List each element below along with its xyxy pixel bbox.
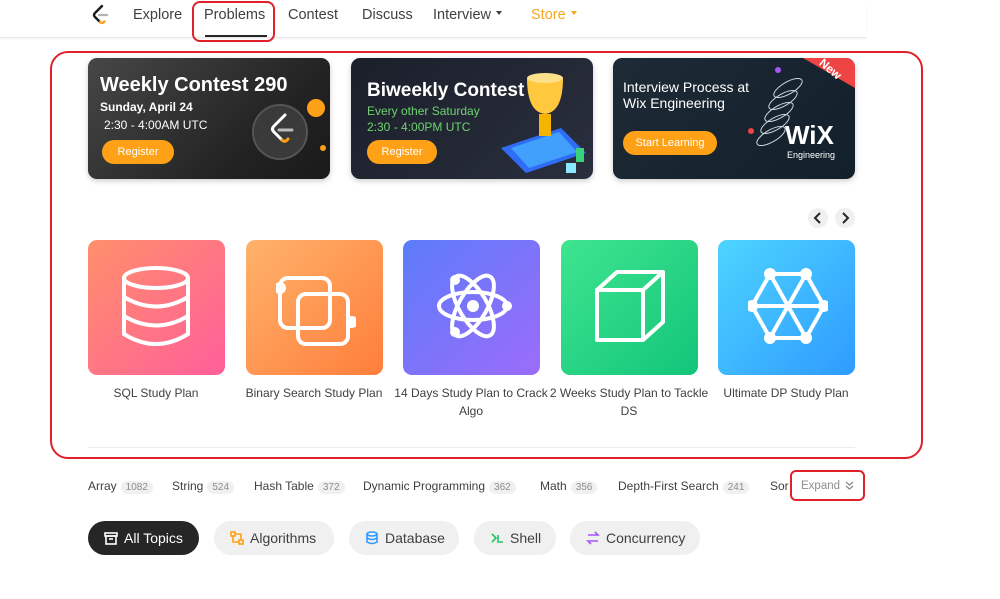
section-divider [88,447,855,448]
banner-weekly-contest[interactable]: Weekly Contest 290 Sunday, April 24 2:30… [88,58,330,179]
tag-name: Math [540,479,567,493]
banner-biweekly-contest[interactable]: Biweekly Contest Every other Saturday 2:… [351,58,593,179]
cube-icon [595,270,665,342]
annotation-problems-highlight [192,1,275,42]
study-plan-card-binary-search[interactable] [246,240,383,375]
topic-label: All Topics [124,530,183,546]
topic-label: Concurrency [606,530,686,546]
tag-name: Array [88,479,117,493]
tag-hash-table[interactable]: Hash Table 372 [254,479,345,494]
banner-date: Sunday, April 24 [100,100,193,114]
study-plan-card-tackle-ds[interactable] [561,240,698,375]
chevron-double-down-icon [845,481,854,491]
tag-math[interactable]: Math 356 [540,479,598,494]
study-plan-card-crack-algo[interactable] [403,240,540,375]
banner-time: 2:30 - 4:00AM UTC [104,118,208,132]
wix-brand-sub: Engineering [787,150,836,160]
topic-label: Shell [510,530,542,546]
tag-name: Depth-First Search [618,479,719,493]
tag-count: 372 [317,481,345,494]
topic-label: Algorithms [250,530,317,546]
nav-store-label: Store [531,7,566,23]
expand-tags-button[interactable]: Expand [801,480,854,492]
nav-contest[interactable]: Contest [288,7,338,23]
banner-title: Interview Process at [623,79,750,95]
tag-name: Sor [770,479,789,493]
topic-algorithms[interactable]: Algorithms [214,521,334,555]
nav-interview-label: Interview [433,7,492,23]
tag-sorting[interactable]: Sor [770,479,794,493]
study-plan-label[interactable]: 2 Weeks Study Plan to Tackle DS [549,384,709,420]
concurrency-icon [586,531,600,545]
topic-database[interactable]: Database [349,521,459,555]
tag-count: 241 [722,481,750,494]
chevron-left-icon [813,212,821,224]
study-plan-label[interactable]: Binary Search Study Plan [234,384,394,402]
atom-icon [437,273,512,339]
study-plan-card-sql[interactable] [88,240,225,375]
top-nav: Explore Problems Contest Discuss Intervi… [0,0,866,38]
tag-dynamic-programming[interactable]: Dynamic Programming 362 [363,479,516,494]
graph-icon [748,268,828,344]
nav-interview[interactable]: Interview [433,7,503,23]
carousel-prev-button[interactable] [808,208,828,228]
nav-store[interactable]: Store [531,7,577,23]
topic-label: Database [385,530,445,546]
trophy-icon [501,73,586,173]
start-learning-button[interactable]: Start Learning [623,131,717,155]
study-plan-label[interactable]: Ultimate DP Study Plan [706,384,866,402]
tag-name: String [172,479,204,493]
tag-count: 1082 [120,481,153,494]
tag-count: 356 [570,481,598,494]
study-plan-label[interactable]: 14 Days Study Plan to Crack Algo [391,384,551,420]
chevron-down-icon [570,11,577,16]
banner-wix-engineering[interactable]: Interview Process at Wix Engineering Sta… [613,58,855,179]
study-plan-label[interactable]: SQL Study Plan [76,384,236,402]
squares-icon [276,276,356,346]
tag-depth-first-search[interactable]: Depth-First Search 241 [618,479,750,494]
study-plan-card-ultimate-dp[interactable] [718,240,855,375]
tag-count: 362 [489,481,516,494]
database-icon [366,531,378,545]
leetcode-logo-icon [252,99,326,160]
topic-shell[interactable]: Shell [474,521,556,555]
wix-brand: WiX [785,120,834,150]
expand-label: Expand [801,480,841,492]
register-button[interactable]: Register [102,140,174,164]
banner-subtitle: Wix Engineering [623,95,725,111]
algorithm-icon [230,531,244,545]
nav-discuss[interactable]: Discuss [362,7,413,23]
tag-name: Dynamic Programming [363,479,486,493]
leetcode-logo-icon[interactable] [90,4,110,26]
shell-icon [491,533,503,543]
chevron-down-icon [496,11,503,16]
banner-time: 2:30 - 4:00PM UTC [367,120,471,134]
register-button[interactable]: Register [367,140,437,164]
archive-box-icon [104,532,118,545]
tag-string[interactable]: String 524 [172,479,235,494]
chevron-right-icon [842,212,850,224]
tag-name: Hash Table [254,479,314,493]
tag-array[interactable]: Array 1082 [88,479,153,494]
database-icon [122,266,190,346]
banner-schedule: Every other Saturday [367,104,480,118]
nav-explore[interactable]: Explore [133,7,182,23]
tag-count: 524 [207,481,235,494]
topic-concurrency[interactable]: Concurrency [570,521,700,555]
carousel-next-button[interactable] [835,208,855,228]
topic-all-topics[interactable]: All Topics [88,521,199,555]
